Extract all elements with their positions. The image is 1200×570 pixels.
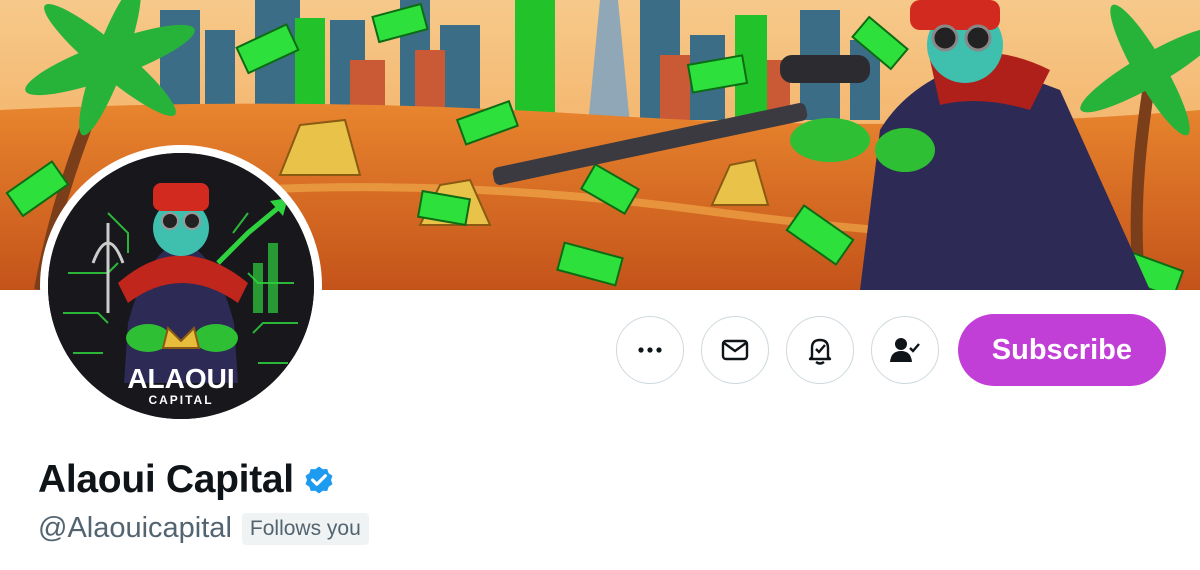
notifications-button[interactable] (785, 316, 854, 384)
bell-check-icon (808, 338, 831, 365)
following-button[interactable] (870, 316, 939, 384)
profile-actions: Subscribe (615, 314, 1166, 386)
more-horizontal-icon (638, 347, 662, 353)
profile-name-row: Alaoui Capital (38, 458, 336, 502)
user-check-icon (889, 338, 920, 362)
avatar-logo-text: ALAOUI (127, 363, 234, 394)
envelope-icon (721, 339, 748, 361)
display-name: Alaoui Capital (38, 458, 294, 501)
verified-badge-icon[interactable] (302, 463, 336, 497)
subscribe-button[interactable]: Subscribe (957, 314, 1166, 386)
follows-you-badge: Follows you (241, 512, 369, 545)
message-button[interactable] (700, 316, 769, 384)
profile-handle: @Alaouicapital (38, 512, 232, 544)
more-button[interactable] (615, 316, 684, 384)
avatar-logo-subtext: CAPITAL (148, 393, 213, 407)
profile-handle-row: @Alaouicapital Follows you (38, 512, 369, 545)
avatar[interactable]: ALAOUI CAPITAL (48, 153, 314, 419)
